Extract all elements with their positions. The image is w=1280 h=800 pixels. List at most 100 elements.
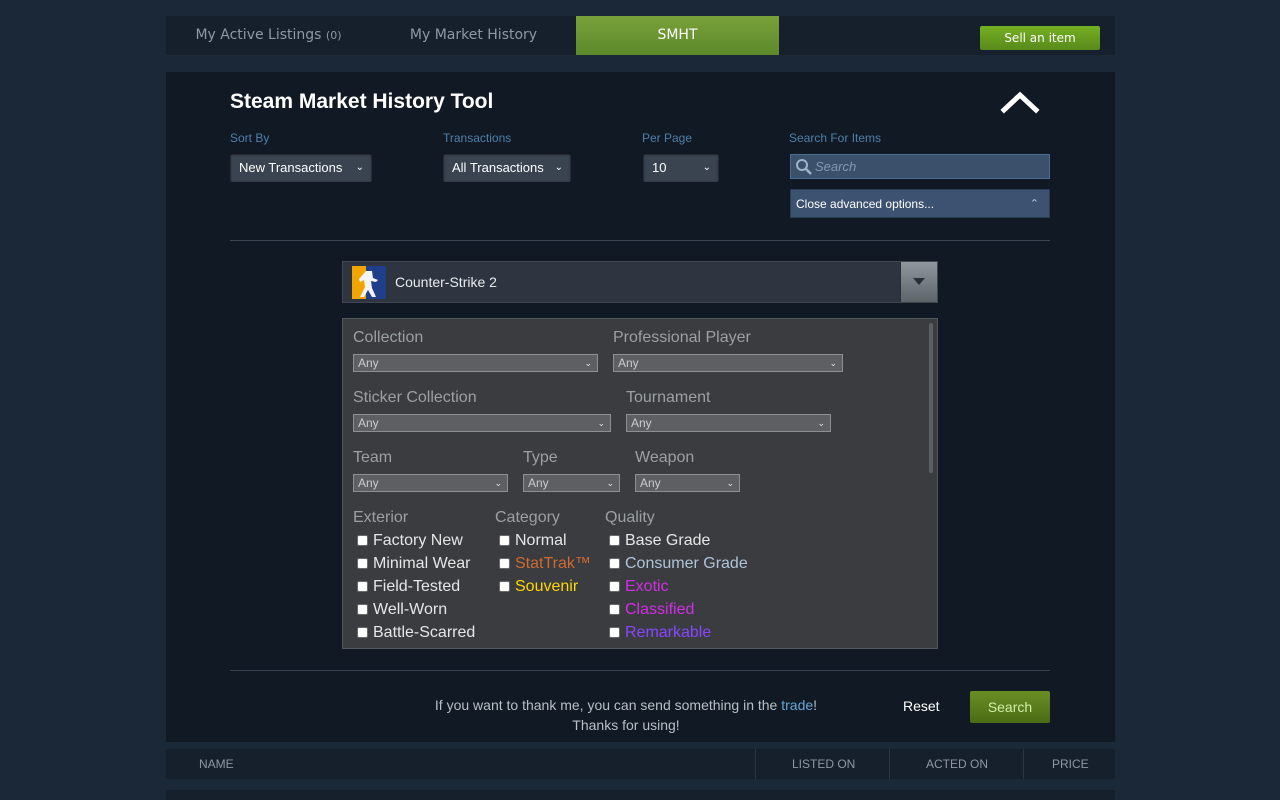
- type-label: Type: [523, 449, 558, 466]
- checkbox[interactable]: [357, 627, 368, 638]
- checkbox[interactable]: [357, 535, 368, 546]
- game-dropdown-button[interactable]: [900, 262, 937, 302]
- team-label: Team: [353, 449, 393, 466]
- collapse-chevron-icon[interactable]: [1000, 88, 1040, 116]
- pro-player-select[interactable]: Any ⌄: [613, 354, 843, 372]
- chevron-down-icon: ⌄: [606, 478, 614, 488]
- column-divider: [755, 749, 756, 779]
- trade-link[interactable]: trade: [781, 697, 813, 713]
- tab-active-listings[interactable]: My Active Listings (0): [166, 16, 371, 55]
- team-select[interactable]: Any ⌄: [353, 474, 508, 492]
- checkbox[interactable]: [609, 627, 620, 638]
- checkbox-label: Consumer Grade: [625, 555, 748, 572]
- search-button[interactable]: Search: [970, 691, 1050, 723]
- sort-by-select[interactable]: New Transactions ⌄: [230, 153, 372, 182]
- checkbox[interactable]: [609, 535, 620, 546]
- sticker-collection-value: Any: [358, 416, 379, 430]
- chevron-down-icon: ⌄: [726, 478, 734, 488]
- tab-market-history[interactable]: My Market History: [371, 16, 576, 55]
- checkbox-label: Base Grade: [625, 532, 711, 549]
- checkbox[interactable]: [609, 558, 620, 569]
- column-listed-on: LISTED ON: [792, 757, 856, 771]
- thanks-text: If you want to thank me, you can send so…: [434, 697, 782, 713]
- advanced-options-label: Close advanced options...: [796, 197, 935, 211]
- checkbox[interactable]: [499, 581, 510, 592]
- transactions-label: Transactions: [443, 131, 512, 145]
- checkbox[interactable]: [357, 581, 368, 592]
- chevron-down-icon: ⌄: [829, 358, 837, 368]
- checkbox-label: Normal: [515, 532, 567, 549]
- checkbox[interactable]: [357, 558, 368, 569]
- active-listings-count: (0): [325, 29, 342, 42]
- game-select[interactable]: Counter-Strike 2: [342, 261, 938, 303]
- column-name: NAME: [199, 757, 234, 771]
- collection-label: Collection: [353, 329, 424, 346]
- chevron-down-icon: ⌄: [554, 162, 563, 173]
- column-price: PRICE: [1052, 757, 1089, 771]
- thanks-message: If you want to thank me, you can send so…: [396, 695, 856, 735]
- weapon-label: Weapon: [635, 449, 695, 466]
- type-value: Any: [528, 476, 549, 490]
- search-label: Search For Items: [789, 131, 882, 145]
- column-divider: [889, 749, 890, 779]
- sticker-collection-select[interactable]: Any ⌄: [353, 414, 611, 432]
- chevron-down-icon: ⌄: [355, 162, 364, 173]
- exterior-label: Exterior: [353, 509, 409, 526]
- counter-strike-icon: [352, 266, 386, 299]
- game-name: Counter-Strike 2: [395, 274, 497, 290]
- column-divider: [1023, 749, 1024, 779]
- checkbox-label: StatTrak™: [515, 555, 591, 572]
- advanced-options-toggle[interactable]: Close advanced options... ⌃: [790, 189, 1050, 218]
- checkbox[interactable]: [609, 581, 620, 592]
- transactions-select[interactable]: All Transactions ⌄: [443, 153, 571, 182]
- checkbox-label: Battle-Scarred: [373, 624, 476, 641]
- checkbox-label: Factory New: [373, 532, 463, 549]
- search-icon: [796, 159, 812, 175]
- advanced-filters: Collection Any ⌄ Professional Player Any ⌄…: [342, 318, 938, 649]
- tournament-value: Any: [631, 416, 652, 430]
- page-title: Steam Market History Tool: [230, 90, 494, 113]
- checkbox-label: Exotic: [625, 578, 669, 595]
- reset-button[interactable]: Reset: [903, 698, 940, 714]
- chevron-down-icon: ⌄: [597, 418, 605, 428]
- quality-label: Quality: [605, 509, 655, 526]
- divider: [230, 240, 1050, 241]
- checkbox-label: Well-Worn: [373, 601, 448, 618]
- triangle-down-icon: [913, 278, 925, 285]
- per-page-label: Per Page: [642, 131, 693, 145]
- per-page-select[interactable]: 10 ⌄: [643, 153, 719, 182]
- weapon-value: Any: [640, 476, 661, 490]
- smht-panel: Steam Market History Tool Sort By New Tr…: [166, 72, 1115, 742]
- tournament-select[interactable]: Any ⌄: [626, 414, 831, 432]
- checkbox[interactable]: [357, 604, 368, 615]
- tournament-label: Tournament: [626, 389, 711, 406]
- checkbox[interactable]: [499, 535, 510, 546]
- chevron-down-icon: ⌄: [584, 358, 592, 368]
- history-table-header: NAME LISTED ON ACTED ON PRICE: [166, 749, 1115, 779]
- checkbox[interactable]: [499, 558, 510, 569]
- sell-item-button[interactable]: Sell an item: [980, 26, 1100, 50]
- team-value: Any: [358, 476, 379, 490]
- checkbox-label: Souvenir: [515, 578, 579, 595]
- filters-scrollbar[interactable]: [929, 323, 933, 473]
- transactions-value: All Transactions: [452, 160, 544, 175]
- tab-smht[interactable]: SMHT: [576, 16, 779, 55]
- pro-player-value: Any: [618, 356, 639, 370]
- table-row[interactable]: [166, 790, 1115, 800]
- sticker-collection-label: Sticker Collection: [353, 389, 477, 406]
- thanks-exclaim: !: [813, 697, 818, 713]
- weapon-select[interactable]: Any ⌄: [635, 474, 740, 492]
- chevron-down-icon: ⌄: [817, 418, 825, 428]
- column-acted-on: ACTED ON: [926, 757, 989, 771]
- search-input[interactable]: [815, 155, 1045, 178]
- chevron-down-icon: ⌄: [494, 478, 502, 488]
- per-page-value: 10: [652, 160, 667, 175]
- collection-select[interactable]: Any ⌄: [353, 354, 598, 372]
- type-select[interactable]: Any ⌄: [523, 474, 620, 492]
- market-tabs: My Active Listings (0) My Market History…: [166, 16, 1115, 55]
- tab-active-listings-label: My Active Listings: [195, 27, 322, 43]
- search-box: [790, 154, 1050, 179]
- checkbox-label: Field-Tested: [373, 578, 461, 595]
- checkbox-label: Remarkable: [625, 624, 712, 641]
- checkbox[interactable]: [609, 604, 620, 615]
